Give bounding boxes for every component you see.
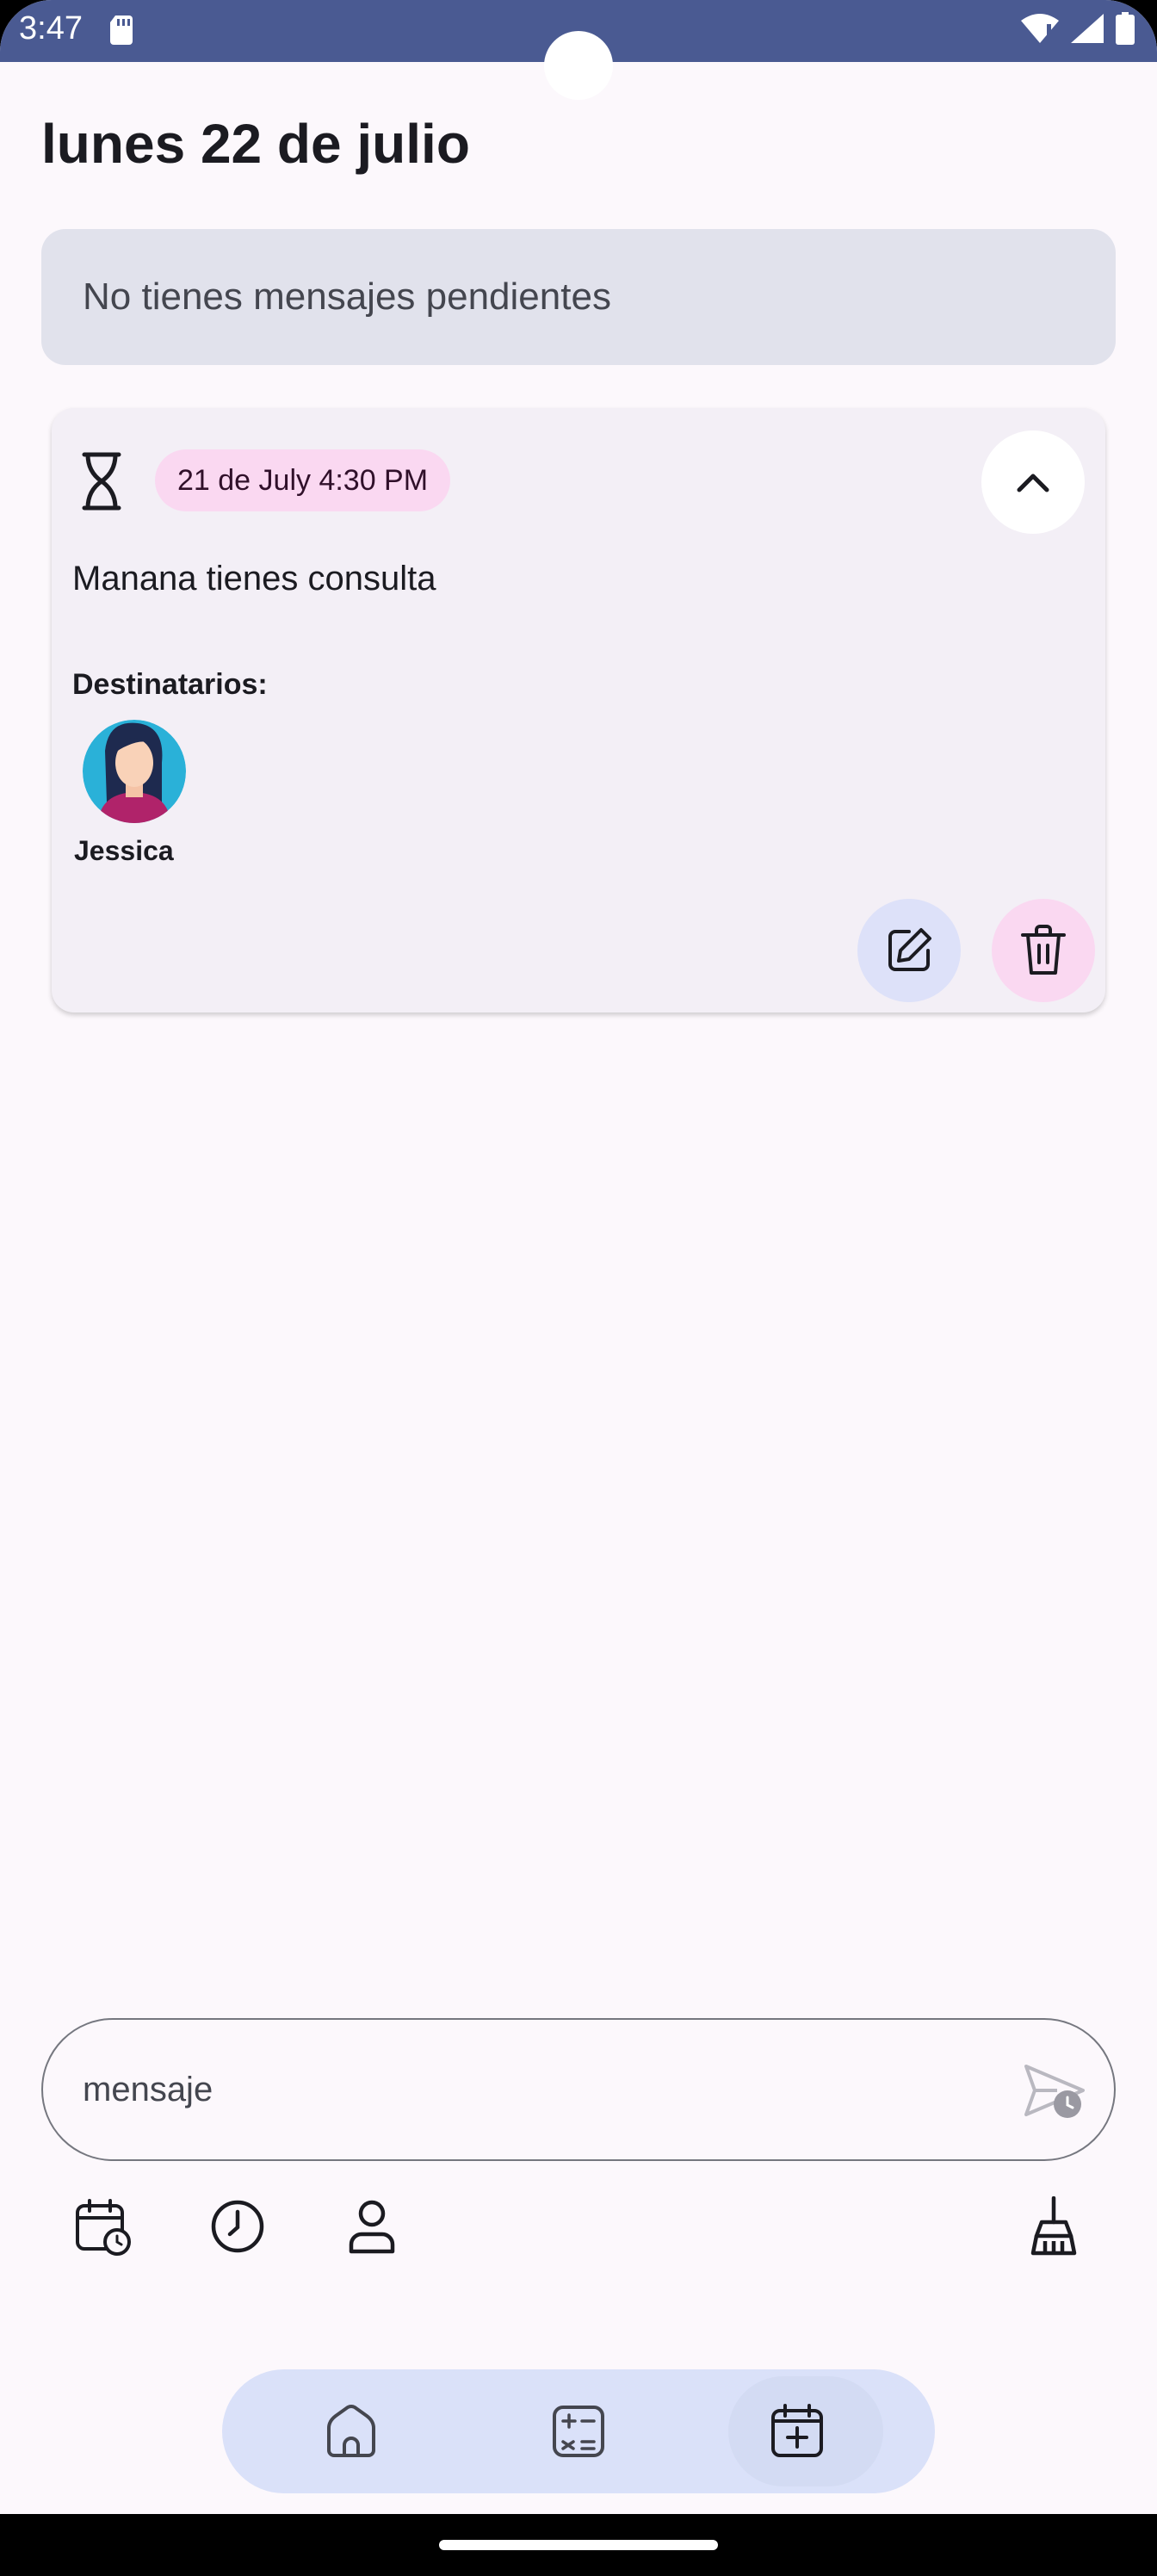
collapse-button[interactable] bbox=[981, 430, 1085, 534]
delete-button[interactable] bbox=[992, 899, 1095, 1002]
nav-new-event[interactable] bbox=[720, 2369, 883, 2493]
home-gesture-handle[interactable] bbox=[439, 2540, 718, 2550]
message-text: Manana tienes consulta bbox=[72, 560, 436, 598]
pending-messages-banner: No tienes mensajes pendientes bbox=[41, 229, 1116, 365]
trash-icon bbox=[1021, 925, 1066, 975]
hourglass-icon bbox=[82, 452, 121, 511]
recipients-label: Destinatarios: bbox=[72, 668, 268, 701]
contacts-button[interactable] bbox=[337, 2192, 406, 2261]
camera-cutout bbox=[544, 31, 613, 100]
recipient-name: Jessica bbox=[74, 835, 174, 866]
schedule-calendar-button[interactable] bbox=[69, 2192, 138, 2261]
edit-button[interactable] bbox=[857, 899, 961, 1002]
calendar-add-icon bbox=[771, 2404, 823, 2457]
person-icon bbox=[349, 2200, 395, 2254]
scheduled-date-chip[interactable]: 21 de July 4:30 PM bbox=[155, 449, 451, 511]
avatar-image bbox=[83, 720, 186, 823]
chevron-up-icon bbox=[1017, 474, 1049, 492]
avatar[interactable] bbox=[83, 720, 186, 823]
bottom-navigation bbox=[222, 2369, 935, 2493]
battery-icon bbox=[1116, 12, 1135, 45]
time-button[interactable] bbox=[203, 2192, 272, 2261]
status-icons bbox=[1021, 12, 1135, 45]
calendar-schedule-icon bbox=[76, 2199, 131, 2256]
pending-messages-text: No tienes mensajes pendientes bbox=[83, 276, 611, 318]
sd-card-icon bbox=[110, 15, 133, 45]
app-screen: 3:47 lunes 22 de julio No tienes mensaje… bbox=[0, 0, 1157, 2576]
status-time: 3:47 bbox=[19, 10, 83, 46]
nav-home[interactable] bbox=[274, 2369, 429, 2493]
edit-icon bbox=[888, 928, 931, 971]
calculator-icon bbox=[553, 2406, 604, 2457]
clock-icon bbox=[211, 2200, 264, 2253]
schedule-send-icon[interactable] bbox=[1023, 2059, 1088, 2125]
message-composer bbox=[41, 2018, 1116, 2161]
message-input[interactable] bbox=[83, 2059, 944, 2120]
home-icon bbox=[327, 2405, 375, 2457]
signal-icon bbox=[1071, 14, 1104, 43]
wifi-icon bbox=[1021, 14, 1059, 43]
page-title: lunes 22 de julio bbox=[41, 113, 470, 175]
scheduled-message-card[interactable]: 21 de July 4:30 PM Manana tienes consult… bbox=[52, 408, 1105, 1012]
broom-icon bbox=[1030, 2196, 1077, 2256]
clear-button[interactable] bbox=[1019, 2192, 1088, 2261]
nav-calculator[interactable] bbox=[501, 2369, 656, 2493]
